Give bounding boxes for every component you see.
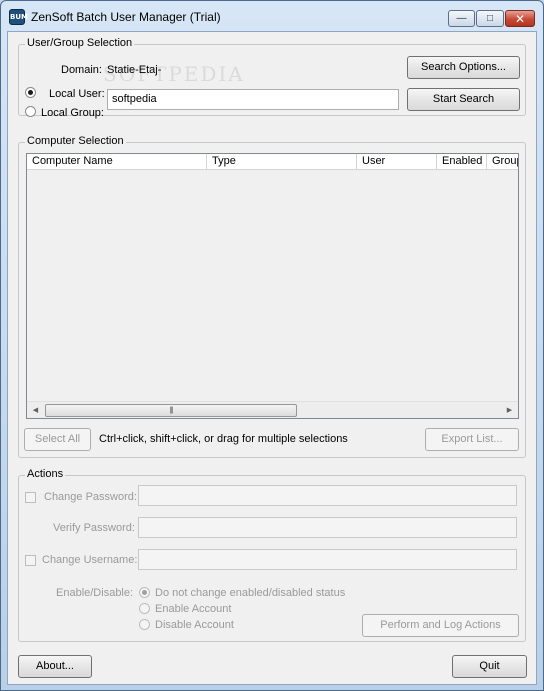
local-user-radio[interactable] bbox=[25, 87, 36, 98]
client-area: User/Group Selection SOFTPEDIA Domain: S… bbox=[7, 31, 537, 685]
actions-title: Actions bbox=[25, 468, 66, 480]
list-header: Computer Name Type User Enabled Group bbox=[27, 154, 518, 170]
about-button[interactable]: About... bbox=[18, 655, 92, 678]
verify-password-label: Verify Password: bbox=[53, 522, 135, 534]
computer-list[interactable]: Computer Name Type User Enabled Group ◀ … bbox=[26, 153, 519, 419]
user-group-title: User/Group Selection bbox=[25, 37, 135, 49]
close-button[interactable]: ✕ bbox=[505, 10, 535, 27]
perform-log-actions-button[interactable]: Perform and Log Actions bbox=[362, 614, 519, 637]
quit-button[interactable]: Quit bbox=[452, 655, 527, 678]
scroll-thumb[interactable]: ||| bbox=[45, 404, 297, 417]
change-password-input[interactable] bbox=[138, 485, 517, 506]
enable-account-label[interactable]: Enable Account bbox=[155, 603, 231, 615]
enable-disable-label: Enable/Disable: bbox=[56, 587, 134, 599]
change-username-label: Change Username: bbox=[42, 554, 138, 566]
local-group-radio[interactable] bbox=[25, 106, 36, 117]
domain-label: Domain: bbox=[61, 64, 102, 76]
title-bar[interactable]: BUM ZenSoft Batch User Manager (Trial) ―… bbox=[1, 1, 543, 31]
change-password-checkbox[interactable] bbox=[25, 492, 36, 503]
column-enabled[interactable]: Enabled bbox=[437, 154, 487, 170]
column-computer-name[interactable]: Computer Name bbox=[27, 154, 207, 170]
export-list-button[interactable]: Export List... bbox=[425, 428, 519, 451]
search-input[interactable]: softpedia bbox=[107, 89, 399, 110]
no-change-status-label[interactable]: Do not change enabled/disabled status bbox=[155, 587, 345, 599]
app-icon: BUM bbox=[9, 9, 28, 25]
maximize-icon: □ bbox=[486, 13, 494, 24]
scroll-left-icon[interactable]: ◀ bbox=[27, 402, 44, 418]
horizontal-scrollbar[interactable]: ◀ ||| ▶ bbox=[27, 401, 518, 418]
no-change-status-radio[interactable] bbox=[139, 587, 150, 598]
search-options-button[interactable]: Search Options... bbox=[407, 56, 520, 79]
maximize-button[interactable]: □ bbox=[476, 10, 504, 27]
selection-hint: Ctrl+click, shift+click, or drag for mul… bbox=[99, 433, 348, 445]
start-search-button[interactable]: Start Search bbox=[407, 88, 520, 111]
column-group[interactable]: Group bbox=[487, 154, 518, 170]
computer-selection-title: Computer Selection bbox=[25, 135, 126, 147]
scroll-right-icon[interactable]: ▶ bbox=[501, 402, 518, 418]
local-user-label[interactable]: Local User: bbox=[49, 88, 105, 100]
domain-value: Statie-Etaj- bbox=[107, 64, 162, 76]
disable-account-label[interactable]: Disable Account bbox=[155, 619, 234, 631]
column-type[interactable]: Type bbox=[207, 154, 357, 170]
select-all-button[interactable]: Select All bbox=[24, 428, 91, 451]
change-username-checkbox[interactable] bbox=[25, 555, 36, 566]
local-group-label[interactable]: Local Group: bbox=[41, 107, 104, 119]
column-user[interactable]: User bbox=[357, 154, 437, 170]
app-window: BUM ZenSoft Batch User Manager (Trial) ―… bbox=[0, 0, 544, 691]
minimize-button[interactable]: ― bbox=[448, 10, 475, 27]
disable-account-radio[interactable] bbox=[139, 619, 150, 630]
verify-password-input[interactable] bbox=[138, 517, 517, 538]
window-title: ZenSoft Batch User Manager (Trial) bbox=[31, 10, 221, 24]
enable-account-radio[interactable] bbox=[139, 603, 150, 614]
change-password-label: Change Password: bbox=[44, 491, 137, 503]
close-icon: ✕ bbox=[514, 11, 526, 26]
change-username-input[interactable] bbox=[138, 549, 517, 570]
minimize-icon: ― bbox=[456, 13, 467, 24]
